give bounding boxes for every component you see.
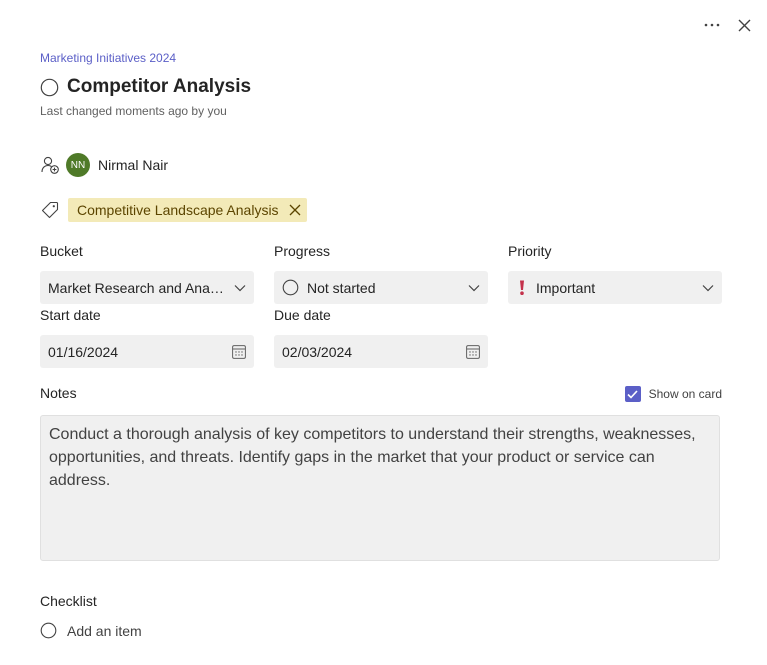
priority-value: Important [536, 279, 596, 296]
chevron-down-icon [468, 284, 480, 291]
priority-dropdown[interactable]: Important [508, 271, 722, 304]
close-button[interactable] [733, 14, 755, 36]
show-on-card-checkbox[interactable] [624, 386, 641, 402]
chevron-down-icon [702, 284, 714, 291]
close-icon [738, 19, 750, 31]
notes-label: Notes [40, 385, 77, 401]
bucket-dropdown[interactable]: Market Research and Analysis [40, 271, 254, 304]
assignee-name[interactable]: Nirmal Nair [98, 157, 168, 173]
remove-label-icon[interactable] [289, 204, 301, 216]
top-actions [701, 14, 755, 36]
priority-field: Priority Important [508, 243, 722, 304]
priority-label: Priority [508, 243, 552, 259]
labels-row: Competitive Landscape Analysis [40, 198, 307, 222]
due-date-field: Due date 02/03/2024 [274, 307, 488, 368]
label-text: Competitive Landscape Analysis [77, 202, 279, 218]
label-pill[interactable]: Competitive Landscape Analysis [68, 198, 307, 222]
due-date-value: 02/03/2024 [282, 343, 353, 360]
assignment-row: NN Nirmal Nair [40, 153, 168, 177]
task-title[interactable]: Competitor Analysis [67, 76, 251, 98]
start-date-field: Start date 01/16/2024 [40, 307, 254, 368]
notes-textarea[interactable]: Conduct a thorough analysis of key compe… [40, 415, 720, 561]
important-exclamation-icon [520, 280, 524, 295]
complete-task-circle-icon[interactable] [40, 78, 59, 97]
start-date-label: Start date [40, 307, 101, 323]
progress-dropdown[interactable]: Not started [274, 271, 488, 304]
start-date-picker[interactable]: 01/16/2024 [40, 335, 254, 368]
not-started-circle-icon [282, 279, 299, 296]
calendar-icon [232, 344, 246, 359]
bucket-field: Bucket Market Research and Analysis [40, 243, 254, 304]
plan-name-link[interactable]: Marketing Initiatives 2024 [40, 51, 176, 65]
calendar-icon [466, 344, 480, 359]
add-item-input[interactable]: Add an item [67, 623, 142, 639]
bucket-value: Market Research and Analysis [48, 279, 226, 296]
checkmark-icon [627, 389, 638, 399]
more-options-button[interactable] [701, 14, 723, 36]
chevron-down-icon [234, 284, 246, 291]
more-horizontal-icon [704, 23, 720, 27]
task-title-row: Competitor Analysis [40, 76, 251, 98]
checklist-label: Checklist [40, 593, 97, 609]
add-item-circle-icon [40, 622, 57, 639]
progress-field: Progress Not started [274, 243, 488, 304]
add-checklist-item[interactable]: Add an item [40, 622, 142, 639]
tag-icon[interactable] [40, 200, 60, 220]
show-on-card-toggle[interactable]: Show on card [624, 386, 722, 402]
due-date-picker[interactable]: 02/03/2024 [274, 335, 488, 368]
last-changed-text: Last changed moments ago by you [40, 104, 227, 118]
assign-user-icon[interactable] [40, 155, 60, 175]
start-date-value: 01/16/2024 [48, 343, 119, 360]
due-date-label: Due date [274, 307, 331, 323]
assignee-avatar[interactable]: NN [66, 153, 90, 177]
bucket-label: Bucket [40, 243, 83, 259]
show-on-card-label: Show on card [648, 387, 722, 401]
progress-value: Not started [307, 279, 376, 296]
progress-label: Progress [274, 243, 331, 259]
